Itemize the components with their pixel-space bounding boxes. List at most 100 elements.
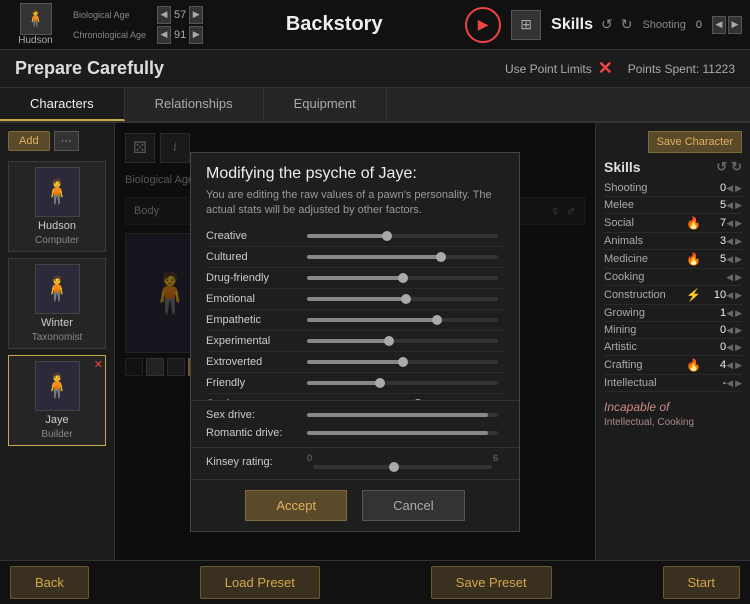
jaye-delete-icon[interactable]: ✕ <box>94 358 103 371</box>
trait-row-drug-friendly: Drug-friendly <box>206 268 504 289</box>
use-point-limits-toggle[interactable]: ✕ <box>598 58 613 79</box>
skill-dec[interactable]: ◀ <box>726 360 733 371</box>
trait-thumb[interactable] <box>436 252 446 262</box>
modal-cancel-button[interactable]: Cancel <box>362 490 464 521</box>
shooting-val: 0 <box>696 19 702 31</box>
skill-row-construction: Construction ⚡ 10 ◀ ▶ <box>604 286 742 305</box>
skills-refresh-btn[interactable]: ↻ <box>731 159 742 175</box>
incapable-title: Incapable of <box>604 400 742 414</box>
trait-slider[interactable] <box>307 318 498 322</box>
skills-label: Skills <box>551 16 593 34</box>
skill-row-crafting: Crafting 🔥 4 ◀ ▶ <box>604 356 742 375</box>
kinsey-label: Kinsey rating: <box>206 456 301 468</box>
skill-inc[interactable]: ▶ <box>735 325 742 336</box>
trait-thumb[interactable] <box>375 378 385 388</box>
trait-fill <box>307 276 403 280</box>
trait-thumb[interactable] <box>398 273 408 283</box>
load-preset-button[interactable]: Load Preset <box>200 566 320 599</box>
back-button[interactable]: Back <box>10 566 89 599</box>
more-options-button[interactable]: ··· <box>54 131 79 151</box>
trait-thumb[interactable] <box>398 357 408 367</box>
right-panel: Save Character Skills ↺ ↻ Shooting 0 ◀ ▶… <box>595 123 750 560</box>
title-bar: Prepare Carefully Use Point Limits ✕ Poi… <box>0 50 750 88</box>
skills-refresh-icon[interactable]: ↻ <box>621 16 633 33</box>
skill-inc[interactable]: ▶ <box>735 342 742 353</box>
trait-slider[interactable] <box>307 360 498 364</box>
trait-slider[interactable] <box>307 339 498 343</box>
incapable-text: Intellectual, Cooking <box>604 417 742 428</box>
chrono-age-inc[interactable]: ▶ <box>189 26 203 44</box>
skill-inc[interactable]: ▶ <box>735 290 742 301</box>
character-card-winter[interactable]: 🧍 Winter Taxonomist <box>8 258 106 349</box>
skill-dec[interactable]: ◀ <box>726 308 733 319</box>
skills-reset-icon[interactable]: ↺ <box>601 16 613 33</box>
trait-slider[interactable] <box>307 255 498 259</box>
shooting-dec[interactable]: ◀ <box>712 16 726 34</box>
skill-dec[interactable]: ◀ <box>726 254 733 265</box>
save-preset-button[interactable]: Save Preset <box>431 566 552 599</box>
trait-thumb[interactable] <box>401 294 411 304</box>
skill-dec[interactable]: ◀ <box>726 183 733 194</box>
trait-thumb[interactable] <box>432 315 442 325</box>
skill-inc[interactable]: ▶ <box>735 378 742 389</box>
kinsey-thumb[interactable] <box>389 462 399 472</box>
trait-thumb[interactable] <box>382 231 392 241</box>
skill-dec[interactable]: ◀ <box>726 272 733 283</box>
trait-slider[interactable] <box>307 381 498 385</box>
character-card-hudson[interactable]: 🧍 Hudson Computer <box>8 161 106 252</box>
tab-characters[interactable]: Characters <box>0 88 125 121</box>
skills-reset-btn[interactable]: ↺ <box>716 159 727 175</box>
trait-fill <box>307 318 437 322</box>
age-group: Biological Age ◀ 57 ▶ Chronological Age … <box>73 6 203 44</box>
skill-dec[interactable]: ◀ <box>726 342 733 353</box>
save-character-button[interactable]: Save Character <box>648 131 742 153</box>
trait-slider[interactable] <box>307 297 498 301</box>
modal-accept-button[interactable]: Accept <box>245 490 347 521</box>
skills-title: Skills ↺ ↻ <box>604 159 742 175</box>
skill-inc[interactable]: ▶ <box>735 183 742 194</box>
skill-inc[interactable]: ▶ <box>735 272 742 283</box>
trait-slider[interactable] <box>307 276 498 280</box>
skill-inc[interactable]: ▶ <box>735 200 742 211</box>
skill-row-social: Social 🔥 7 ◀ ▶ <box>604 214 742 233</box>
skill-inc[interactable]: ▶ <box>735 360 742 371</box>
drive-section: Sex drive: Romantic drive: <box>191 400 519 447</box>
skill-dec[interactable]: ◀ <box>726 378 733 389</box>
chrono-age-label: Chronological Age <box>73 30 153 40</box>
chrono-age-dec[interactable]: ◀ <box>157 26 171 44</box>
bio-age-inc[interactable]: ▶ <box>189 6 203 24</box>
skill-inc[interactable]: ▶ <box>735 308 742 319</box>
skill-name: Shooting <box>604 182 685 194</box>
kinsey-bar[interactable] <box>313 465 492 469</box>
skill-name: Cooking <box>604 271 685 283</box>
grid-icon-btn[interactable]: ⊞ <box>511 10 541 40</box>
tab-relationships[interactable]: Relationships <box>125 88 264 121</box>
skill-dec[interactable]: ◀ <box>726 290 733 301</box>
trait-name: Creative <box>206 230 301 242</box>
tab-equipment[interactable]: Equipment <box>264 88 387 121</box>
character-card-jaye[interactable]: ✕ 🧍 Jaye Builder <box>8 355 106 446</box>
skill-dec[interactable]: ◀ <box>726 325 733 336</box>
skill-inc[interactable]: ▶ <box>735 218 742 229</box>
skill-dec[interactable]: ◀ <box>726 236 733 247</box>
skill-inc[interactable]: ▶ <box>735 236 742 247</box>
skill-inc[interactable]: ▶ <box>735 254 742 265</box>
start-button[interactable]: Start <box>663 566 740 599</box>
top-bar: 🧍 Hudson Biological Age ◀ 57 ▶ Chronolog… <box>0 0 750 50</box>
play-button[interactable]: ▶ <box>465 7 501 43</box>
bio-age-dec[interactable]: ◀ <box>157 6 171 24</box>
points-spent: Points Spent: 11223 <box>628 62 735 76</box>
use-point-limits-label: Use Point Limits <box>505 62 592 76</box>
skill-dec[interactable]: ◀ <box>726 218 733 229</box>
shooting-inc[interactable]: ▶ <box>728 16 742 34</box>
drive-track[interactable] <box>307 431 498 435</box>
modal-title: Modifying the psyche of Jaye: <box>191 153 519 188</box>
drive-track[interactable] <box>307 413 498 417</box>
skill-val: 7 <box>701 217 726 229</box>
skill-dec[interactable]: ◀ <box>726 200 733 211</box>
add-character-button[interactable]: Add <box>8 131 50 151</box>
trait-slider[interactable] <box>307 234 498 238</box>
chrono-age-nav: ◀ 91 ▶ <box>157 26 203 44</box>
trait-name: Empathetic <box>206 314 301 326</box>
trait-thumb[interactable] <box>384 336 394 346</box>
